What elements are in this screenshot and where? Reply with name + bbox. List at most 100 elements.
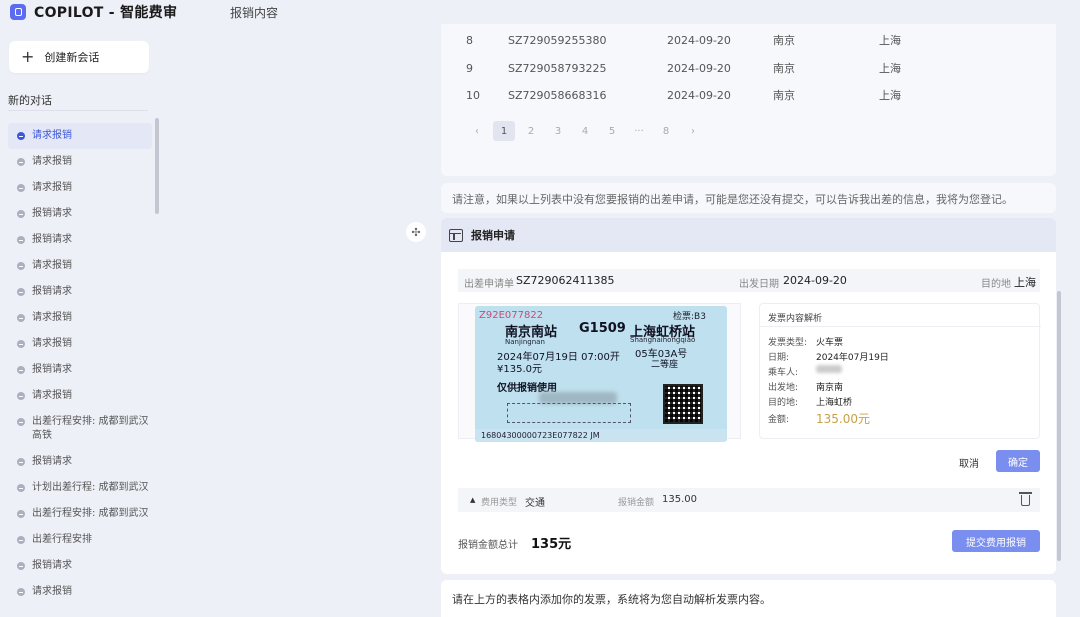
conversation-label: 报销请求 [32,364,72,375]
trash-icon[interactable] [1019,492,1032,506]
cancel-button[interactable]: 取消 [949,452,989,472]
depart-date-label: 出发日期 [739,279,779,290]
notice-text: 请注意，如果以上列表中没有您要报销的出差申请，可能是您还没有提交，可以告诉我出差… [452,193,1013,206]
conversation-item[interactable]: 报销请求 [8,357,152,383]
conversation-label: 请求报销 [32,130,72,141]
sparkle-icon[interactable]: ✣ [406,222,426,242]
divider [8,110,148,111]
conversation-item[interactable]: 报销请求 [8,201,152,227]
main-content: 8 SZ729059255380 2024-09-20 南京 上海 9 SZ72… [160,24,1080,617]
trip-table: 8 SZ729059255380 2024-09-20 南京 上海 9 SZ72… [441,24,1056,176]
chat-bubble-icon [17,588,25,596]
ticket-train: G1509 [579,321,626,336]
conversation-label: 出差行程安排: 成都到武汉 [32,508,149,519]
main-scrollbar[interactable] [1057,291,1061,561]
page-button[interactable]: 4 [574,121,596,141]
conversation-label: 出差行程安排 [32,534,92,545]
chat-bubble-icon [17,262,25,270]
conversation-item[interactable]: 请求报销 [8,579,152,605]
parse-amount-row: 金额: 135.00元 [768,412,870,426]
ticket-from-pinyin: Nanjingnan [505,338,545,346]
conversation-list: 请求报销 请求报销 请求报销 报销请求 报销请求 请求报销 报销请求 请求报销 请求报销 报销请求… [8,123,152,605]
fee-item-row: ▲ 费用类型 交通 报销金额 135.00 [458,488,1040,512]
chat-bubble-icon [17,484,25,492]
fee-amount: 135.00 [662,494,697,505]
chat-bubble-icon [17,314,25,322]
copilot-logo-icon [10,4,26,20]
page-button[interactable]: 8 [655,121,677,141]
conversation-item[interactable]: 报销请求 [8,279,152,305]
conversation-item[interactable]: 报销请求 [8,449,152,475]
conversation-item[interactable]: 出差行程安排 [8,527,152,553]
total-value: 135元 [531,537,572,552]
sidebar-scrollbar[interactable] [155,118,159,214]
conversation-label: 报销请求 [32,208,72,219]
conversation-item[interactable]: 请求报销 [8,149,152,175]
chat-bubble-icon [17,458,25,466]
chat-bubble-icon [17,132,25,140]
conversation-label: 请求报销 [32,586,72,597]
submit-reimbursement-button[interactable]: 提交费用报销 [952,530,1040,552]
conversation-label: 计划出差行程: 成都到武汉 [32,482,149,493]
conversation-item[interactable]: 出差行程安排: 成都到武汉高铁 [8,409,152,449]
conversation-label: 请求报销 [32,312,72,323]
conversation-item[interactable]: 出差行程安排: 成都到武汉 [8,501,152,527]
parse-to-label: 目的地: [768,398,799,408]
ticket-to-pinyin: Shanghaihongqiao [630,336,696,344]
form-header: 报销申请 [441,218,1056,252]
app-header: COPILOT - 智能费审 报销内容 [0,0,1080,24]
depart-date: 2024-09-20 [783,274,847,287]
invoice-parse-panel: 发票内容解析 发票类型: 火车票 日期: 2024年07月19日 乘车人: 出发… [759,303,1041,439]
conversation-item[interactable]: 请求报销 [8,305,152,331]
page-button[interactable]: 3 [547,121,569,141]
trip-from: 南京 [773,62,795,75]
ticket-price: ¥135.0元 [497,364,542,375]
page-button[interactable]: 1 [493,121,515,141]
fee-amount-label: 报销金额 [618,498,655,508]
page-ellipsis[interactable]: ··· [628,121,650,141]
conversation-item[interactable]: 报销请求 [8,227,152,253]
confirm-button[interactable]: 确定 [996,450,1040,472]
collapse-icon[interactable]: ▲ [470,496,475,504]
bottom-message: 请在上方的表格内添加你的发票，系统将为您自动解析发票内容。 [441,580,1056,617]
next-page-button[interactable]: › [682,121,704,141]
page-button[interactable]: 5 [601,121,623,141]
form-title: 报销申请 [471,229,515,242]
prev-page-button[interactable]: ‹ [466,121,488,141]
conversation-label: 报销请求 [32,560,72,571]
conversation-label: 请求报销 [32,182,72,193]
parse-amount: 135.00元 [816,412,870,426]
trip-date: 2024-09-20 [667,33,731,47]
trip-code: SZ729058793225 [508,61,607,75]
notice-message: 请注意，如果以上列表中没有您要报销的出差申请，可能是您还没有提交，可以告诉我出差… [441,183,1056,213]
chat-bubble-icon [17,210,25,218]
conversation-item[interactable]: 请求报销 [8,383,152,409]
blurred-passenger [816,365,842,376]
conversation-label: 报销请求 [32,234,72,245]
trip-from: 南京 [773,34,795,47]
page-button[interactable]: 2 [520,121,542,141]
conversation-item[interactable]: 请求报销 [8,331,152,357]
plus-icon: + [21,47,35,66]
conversation-label: 报销请求 [32,286,72,297]
conversation-label: 报销请求 [32,456,72,467]
conversation-item[interactable]: 计划出差行程: 成都到武汉 [8,475,152,501]
conversation-item[interactable]: 请求报销 [8,123,152,149]
invoice-image-box[interactable]: Z92E077822 检票:B3 南京南站 G1509 上海虹桥站 Nanjin… [458,303,741,442]
qr-code-icon [663,384,703,424]
chat-bubble-icon [17,562,25,570]
conversation-label: 出差行程安排: 成都到武汉高铁 [32,416,149,441]
trip-to: 上海 [879,89,901,102]
train-ticket-image: Z92E077822 检票:B3 南京南站 G1509 上海虹桥站 Nanjin… [475,306,727,442]
parse-type: 火车票 [816,338,844,348]
form-icon [449,228,463,242]
conversation-item[interactable]: 报销请求 [8,553,152,579]
conversation-item[interactable]: 请求报销 [8,253,152,279]
chat-bubble-icon [17,510,25,518]
new-chat-button[interactable]: + 创建新会话 [9,41,149,73]
trip-date: 2024-09-20 [667,61,731,75]
trip-from: 南京 [773,89,795,102]
parse-from: 南京南 [816,383,844,393]
pagination: ‹ 1 2 3 4 5 ··· 8 › [466,121,709,141]
conversation-item[interactable]: 请求报销 [8,175,152,201]
